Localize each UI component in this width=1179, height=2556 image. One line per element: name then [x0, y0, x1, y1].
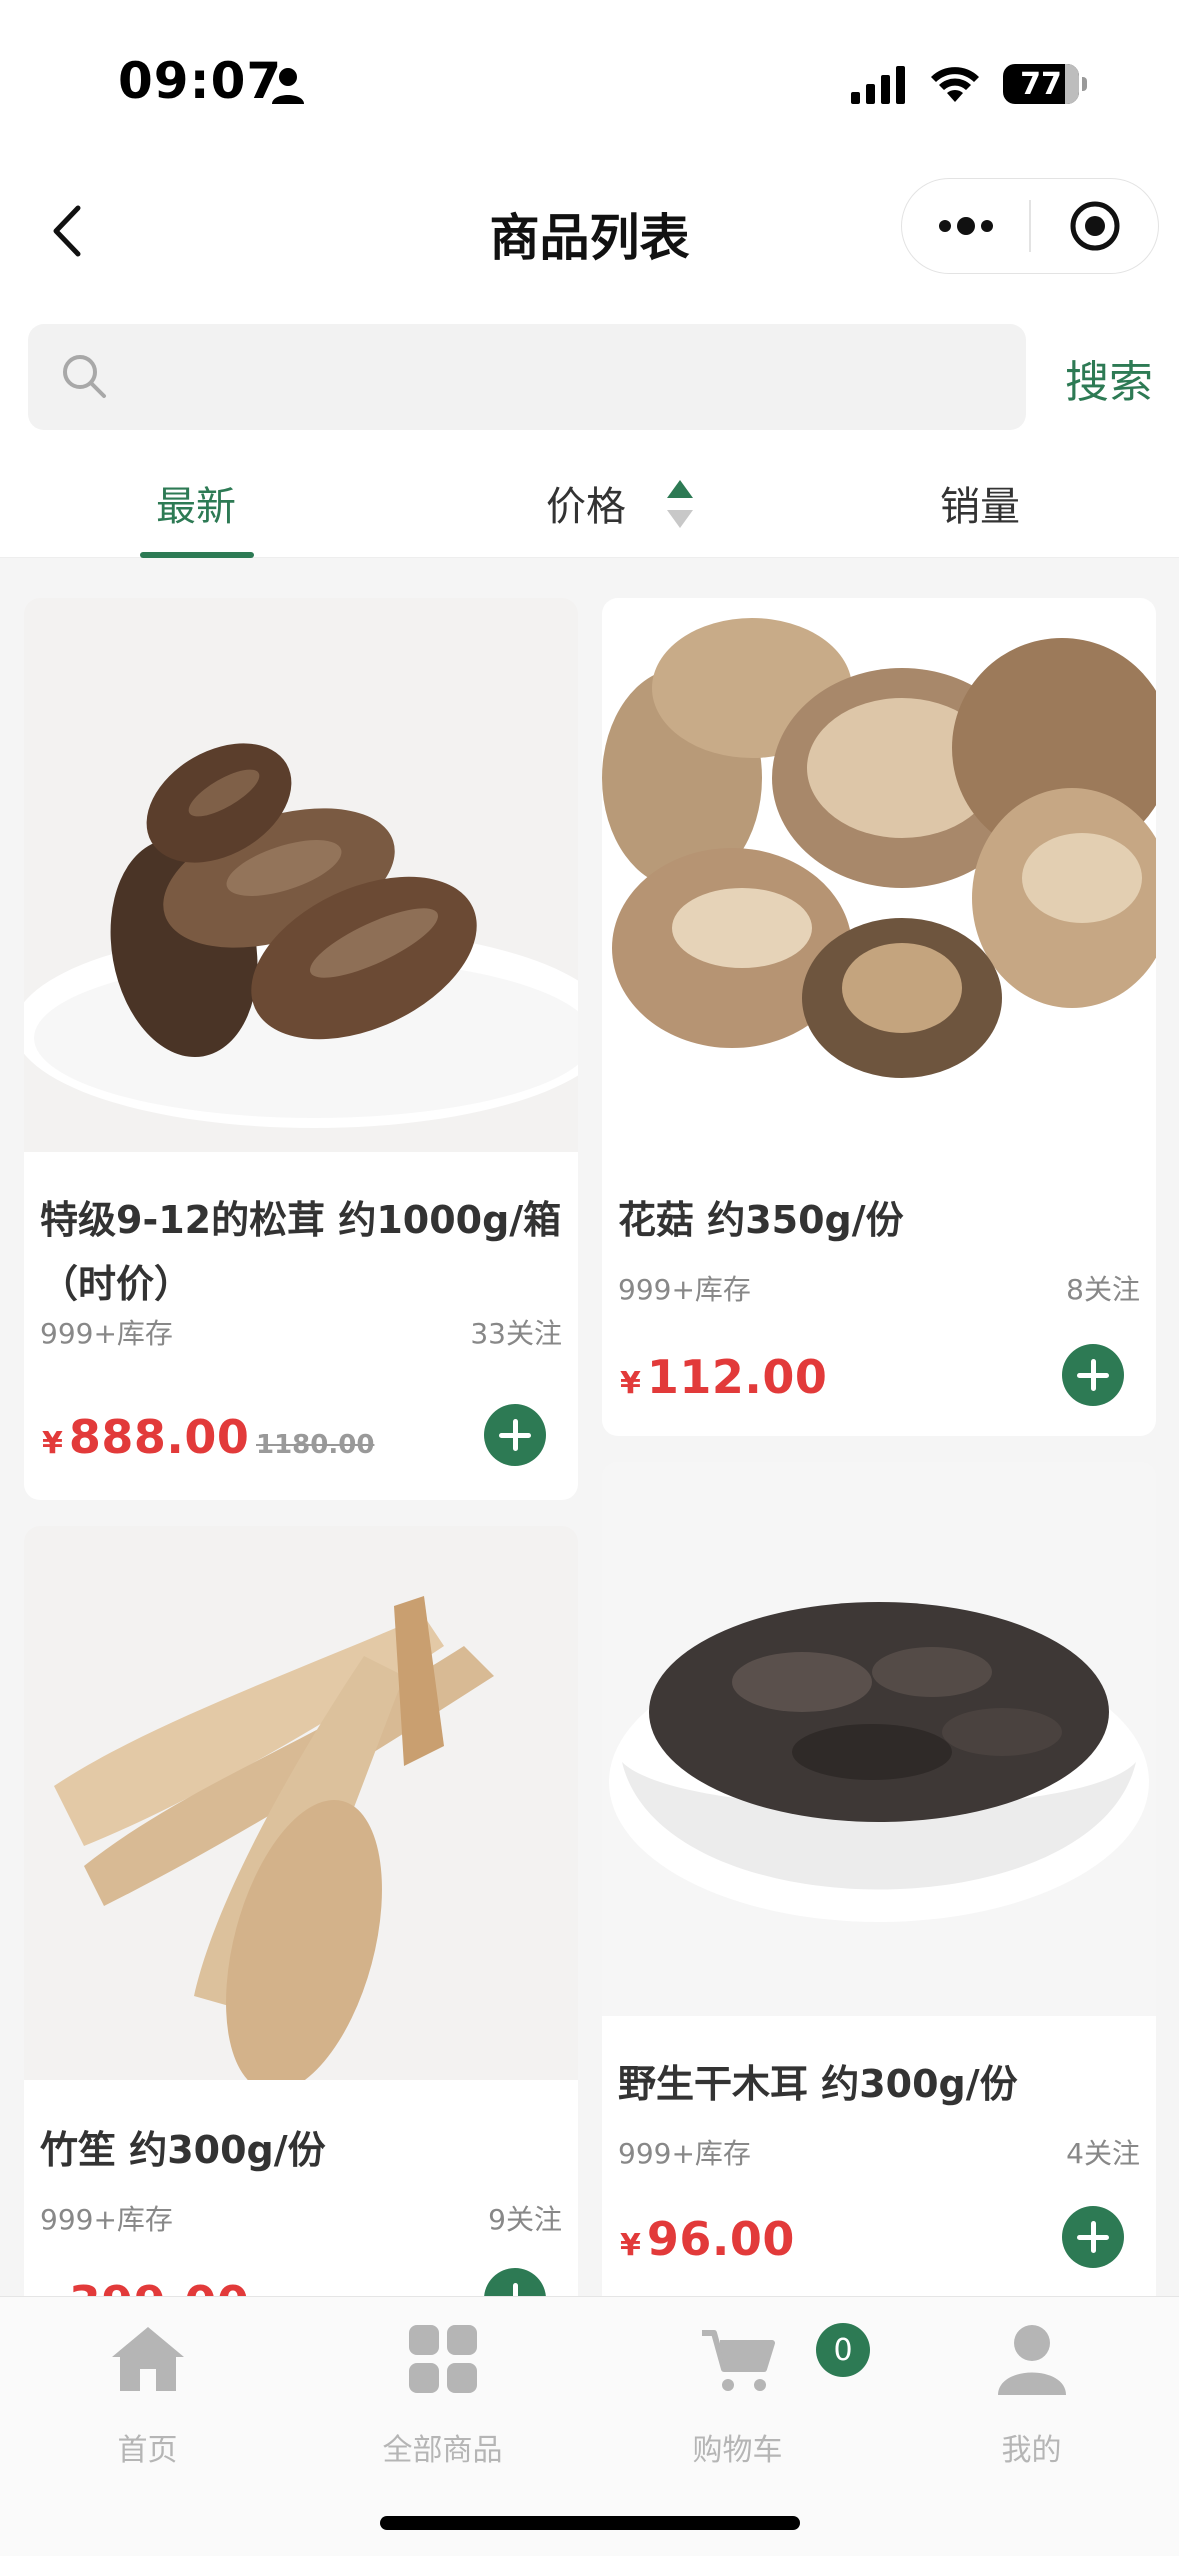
product-stock: 999+库存: [40, 2203, 173, 2236]
product-card[interactable]: 野生干木耳 约300g/份 999+库存 4关注 ¥ 96.00: [602, 1462, 1156, 2346]
product-image: [24, 598, 578, 1152]
dried-wood-ear-photo: [602, 1462, 1156, 2016]
product-image: [602, 1462, 1156, 2016]
price-value: 888.00: [68, 1410, 250, 1464]
more-button[interactable]: [902, 179, 1029, 273]
product-image: [602, 598, 1156, 1152]
tab-sales[interactable]: 销量: [940, 474, 1020, 532]
signal-icon: [851, 66, 905, 104]
person-icon: [272, 68, 304, 104]
tabbar-label: 全部商品: [382, 2433, 503, 2468]
product-follows: 33关注: [470, 1317, 562, 1350]
wifi-icon: [931, 67, 979, 102]
search-area: 搜索: [0, 300, 1179, 450]
product-price: ¥ 888.00: [42, 1410, 249, 1464]
active-tab-indicator: [140, 552, 254, 558]
status-indicators: 77: [851, 62, 1087, 106]
navbar: 商品列表: [0, 160, 1179, 300]
currency-symbol: ¥: [42, 1426, 63, 1461]
tabbar-label: 首页: [117, 2433, 178, 2468]
product-follows: 4关注: [1066, 2137, 1140, 2170]
product-card[interactable]: 花菇 约350g/份 999+库存 8关注 ¥ 112.00: [602, 598, 1156, 1436]
more-dots-icon: [938, 217, 993, 235]
product-title: 特级9-12的松茸 约1000g/箱（时价）: [40, 1198, 562, 1306]
search-button[interactable]: 搜索: [1065, 346, 1153, 410]
product-stock: 999+库存: [618, 1273, 751, 1306]
product-stock: 999+库存: [40, 1317, 173, 1350]
product-image: [24, 1526, 578, 2080]
product-follows: 9关注: [488, 2203, 562, 2236]
tab-newest[interactable]: 最新: [156, 474, 236, 532]
original-price: 1180.00: [256, 1430, 375, 1460]
user-icon: [997, 2325, 1066, 2395]
tabbar-item-home[interactable]: 首页: [0, 2297, 295, 2477]
product-title: 花菇 约350g/份: [618, 1198, 904, 1242]
search-input[interactable]: [128, 324, 1008, 430]
product-card[interactable]: 竹笙 约300g/份 999+库存 9关注 ¥ 399.00: [24, 1526, 578, 2346]
sort-tabs: 最新 价格 销量: [0, 450, 1179, 558]
tabbar-label: 购物车: [692, 2433, 783, 2468]
target-circle-icon: [1070, 201, 1119, 251]
cart-count-badge: 0: [816, 2323, 870, 2377]
product-title: 野生干木耳 约300g/份: [618, 2062, 1018, 2106]
grid-icon: [408, 2325, 477, 2393]
currency-symbol: ¥: [620, 1366, 641, 1401]
sort-updown-icon[interactable]: [664, 476, 696, 532]
product-card[interactable]: 特级9-12的松茸 约1000g/箱（时价） 999+库存 33关注 ¥ 888…: [24, 598, 578, 1500]
battery-icon: 77: [1003, 64, 1087, 104]
product-follows: 8关注: [1066, 1273, 1140, 1306]
product-title: 竹笙 约300g/份: [40, 2128, 326, 2172]
home-indicator: [380, 2516, 800, 2530]
tabbar-label: 我的: [1001, 2433, 1062, 2468]
price-value: 112.00: [646, 1350, 828, 1404]
search-icon: [63, 355, 106, 398]
price-value: 96.00: [646, 2212, 795, 2266]
status-time: 09:07: [118, 52, 283, 110]
mini-program-capsule: [901, 178, 1159, 274]
app-root: 09:07 77 商品列表 搜索 最新 价格 销量 特级9-12的松茸 约100…: [0, 0, 1179, 2556]
cart-icon: [701, 2330, 775, 2391]
bamboo-fungus-photo: [24, 1526, 578, 2080]
home-icon: [111, 2327, 184, 2391]
search-box[interactable]: [28, 324, 1026, 430]
status-bar: 09:07 77: [0, 0, 1179, 160]
add-to-cart-button[interactable]: [484, 1404, 546, 1466]
currency-symbol: ¥: [620, 2228, 641, 2263]
product-price: ¥ 96.00: [620, 2212, 795, 2266]
tabbar-item-me[interactable]: 我的: [884, 2297, 1179, 2477]
tabbar-item-all-products[interactable]: 全部商品: [295, 2297, 590, 2477]
add-to-cart-button[interactable]: [1062, 1344, 1124, 1406]
product-price: ¥ 112.00: [620, 1350, 827, 1404]
add-to-cart-button[interactable]: [1062, 2206, 1124, 2268]
close-button[interactable]: [1031, 179, 1158, 273]
matsutake-mushroom-photo: [24, 598, 578, 1152]
product-stock: 999+库存: [618, 2137, 751, 2170]
tab-price[interactable]: 价格: [546, 474, 626, 532]
shiitake-flower-mushroom-photo: [602, 598, 1156, 1152]
battery-level: 77: [1020, 66, 1062, 102]
